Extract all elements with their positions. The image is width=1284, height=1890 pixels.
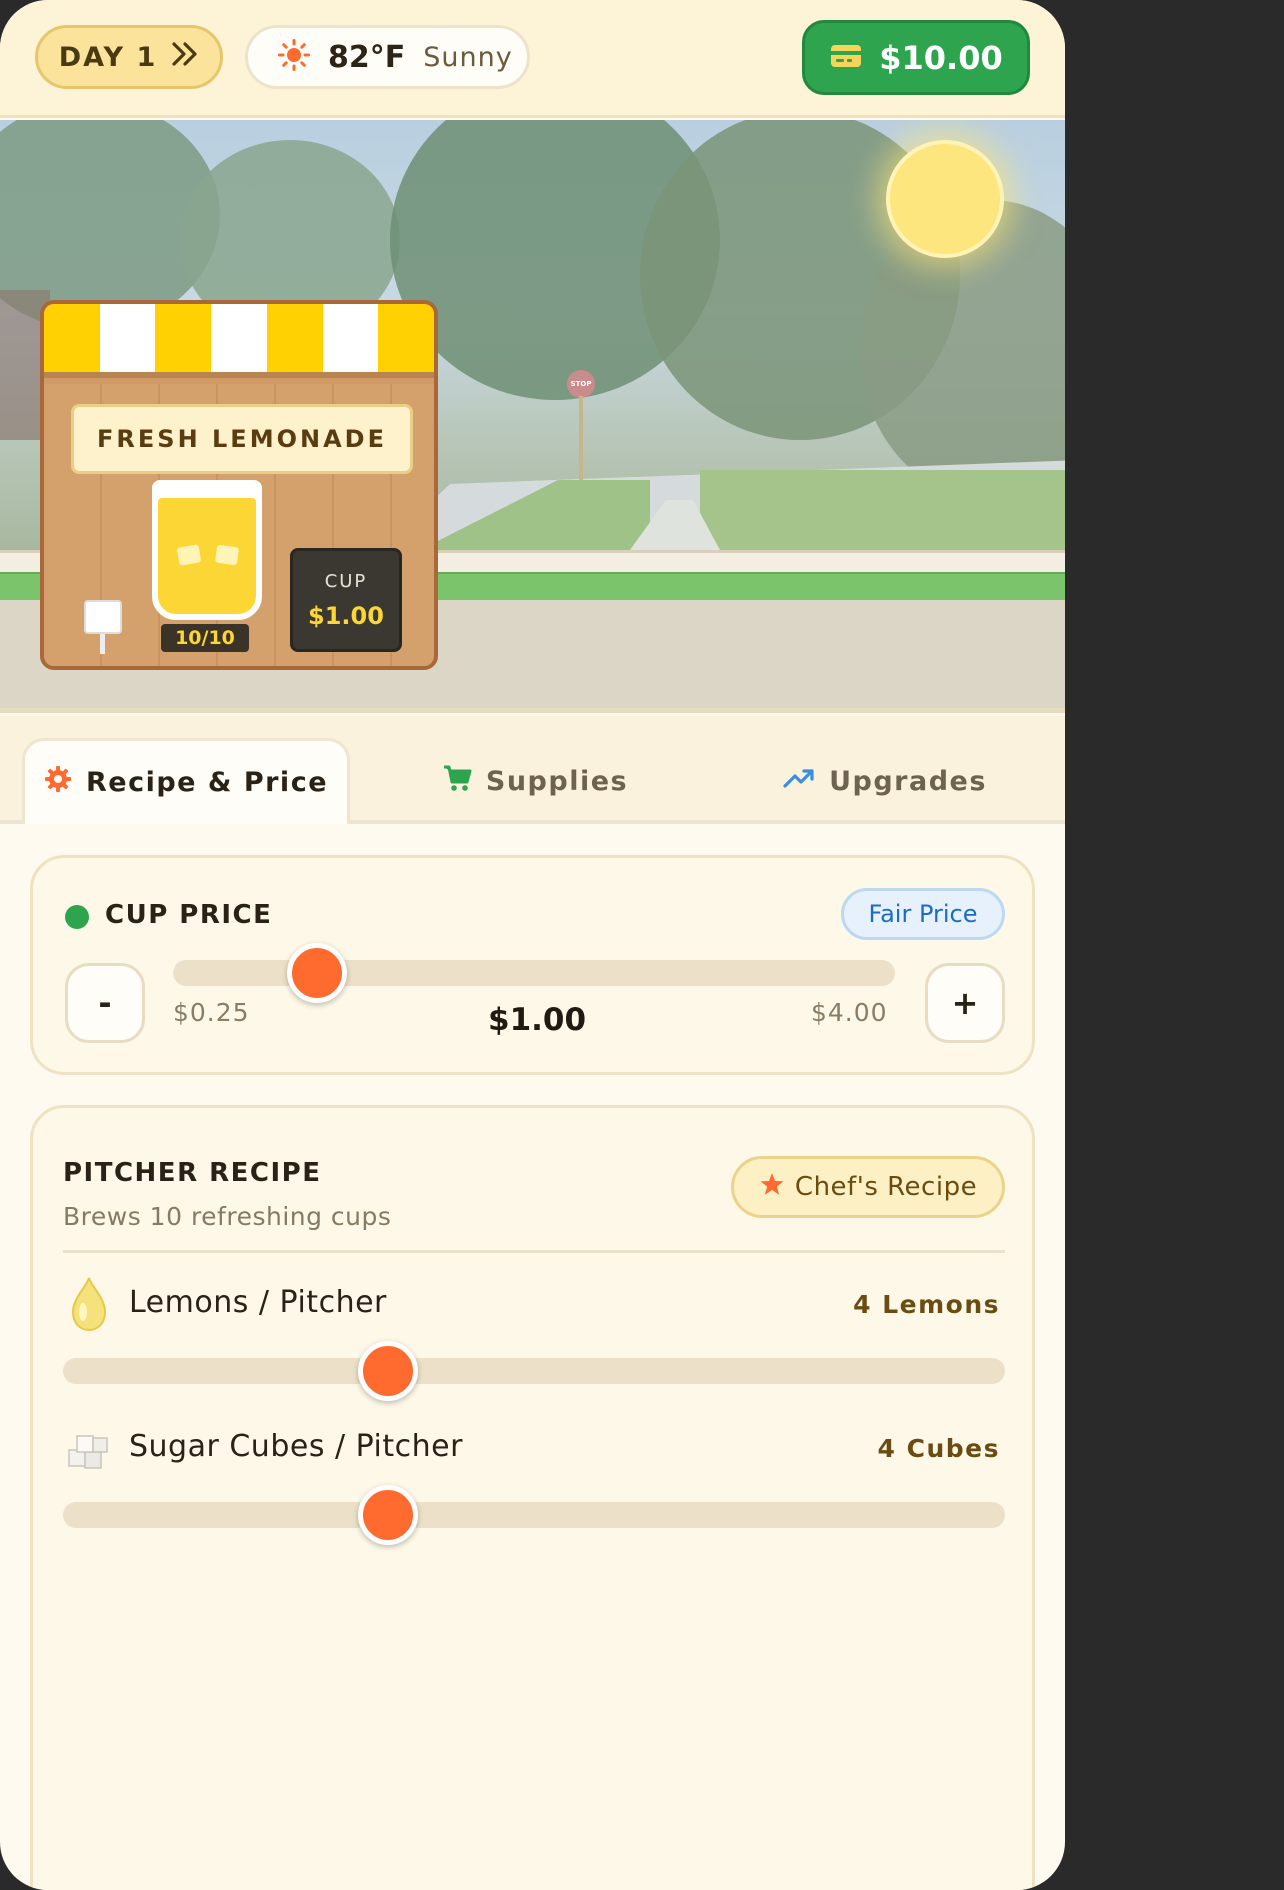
price-min-label: $0.25	[173, 998, 250, 1027]
stop-sign-pole	[579, 396, 583, 480]
price-board-label: CUP	[324, 570, 368, 592]
tab-label: Supplies	[485, 765, 629, 797]
price-slider-track[interactable]	[173, 960, 895, 986]
lemonade-stand[interactable]: FRESH LEMONADE 10/10 CUP $1.00	[40, 300, 438, 670]
fair-price-badge: Fair Price	[841, 888, 1005, 940]
lemon-icon	[69, 1276, 109, 1336]
game-screen: DAY 1 82°F Sunny $10.00 STOP FRESH LEMON…	[0, 0, 1065, 1890]
price-board-value: $1.00	[308, 601, 384, 630]
ice-cube	[214, 544, 240, 566]
street-scene: STOP FRESH LEMONADE 10/10 CUP $1.00	[0, 120, 1065, 713]
sugar-slider-thumb[interactable]	[357, 1485, 418, 1545]
sugar-cubes-icon	[65, 1430, 113, 1476]
money-balance[interactable]: $10.00	[802, 20, 1030, 95]
weather-condition: Sunny	[423, 41, 513, 73]
chefs-recipe-button[interactable]: Chef's Recipe	[731, 1156, 1005, 1218]
lemons-slider-thumb[interactable]	[357, 1341, 418, 1401]
sugar-value: 4 Cubes	[877, 1434, 1000, 1463]
lemons-value: 4 Lemons	[853, 1290, 1000, 1319]
sugar-label: Sugar Cubes / Pitcher	[129, 1429, 463, 1464]
awning	[44, 304, 434, 378]
status-dot	[65, 905, 89, 929]
money-amount: $10.00	[879, 38, 1003, 77]
sugar-slider-track[interactable]	[63, 1502, 1005, 1528]
mailbox	[84, 600, 122, 634]
ice-cube	[176, 544, 202, 566]
star-icon	[759, 1171, 785, 1204]
decrease-price-button[interactable]: -	[65, 963, 145, 1043]
lemons-label: Lemons / Pitcher	[129, 1285, 387, 1320]
weather-indicator: 82°F Sunny	[245, 25, 530, 89]
wallet-icon	[829, 39, 863, 77]
stock-counter: 10/10	[161, 624, 249, 652]
chefs-recipe-label: Chef's Recipe	[794, 1172, 978, 1202]
day-label: DAY 1	[58, 41, 158, 73]
divider	[63, 1250, 1005, 1253]
tab-upgrades[interactable]: Upgrades	[770, 738, 1000, 824]
sun	[886, 140, 1004, 258]
lemonade-fill	[158, 498, 256, 614]
price-value: $1.00	[488, 1002, 587, 1038]
price-slider-thumb[interactable]	[287, 943, 348, 1003]
double-chevron-right-icon	[171, 41, 199, 74]
mailbox-post	[100, 634, 105, 654]
day-indicator[interactable]: DAY 1	[35, 25, 223, 89]
temperature: 82°F	[328, 39, 406, 75]
trending-up-icon	[783, 766, 815, 797]
stand-sign: FRESH LEMONADE	[71, 404, 413, 474]
tab-bar: Recipe & Price Supplies Upgrades	[0, 716, 1065, 824]
pitcher-recipe-title: PITCHER RECIPE	[63, 1158, 322, 1188]
increase-price-button[interactable]: +	[925, 963, 1005, 1043]
tab-recipe-price[interactable]: Recipe & Price	[22, 738, 350, 824]
price-max-label: $4.00	[811, 998, 888, 1027]
lawn	[700, 470, 1065, 550]
pitcher-recipe-subtitle: Brews 10 refreshing cups	[63, 1202, 392, 1231]
tab-supplies[interactable]: Supplies	[420, 738, 650, 824]
pitcher-recipe-card: PITCHER RECIPE Brews 10 refreshing cups …	[30, 1105, 1035, 1890]
lemons-slider-track[interactable]	[63, 1358, 1005, 1384]
cup-price-title: CUP PRICE	[105, 900, 273, 930]
cup-price-card: CUP PRICE Fair Price - $0.25 $1.00 $4.00…	[30, 855, 1035, 1075]
gear-icon	[44, 765, 72, 800]
stop-sign: STOP	[567, 370, 595, 398]
cart-icon	[442, 764, 472, 799]
top-bar: DAY 1 82°F Sunny $10.00	[0, 0, 1065, 118]
tab-label: Recipe & Price	[85, 767, 329, 798]
price-board: CUP $1.00	[290, 548, 402, 652]
sun-icon	[278, 39, 310, 75]
lemonade-glass	[152, 480, 262, 620]
tab-label: Upgrades	[829, 765, 987, 797]
